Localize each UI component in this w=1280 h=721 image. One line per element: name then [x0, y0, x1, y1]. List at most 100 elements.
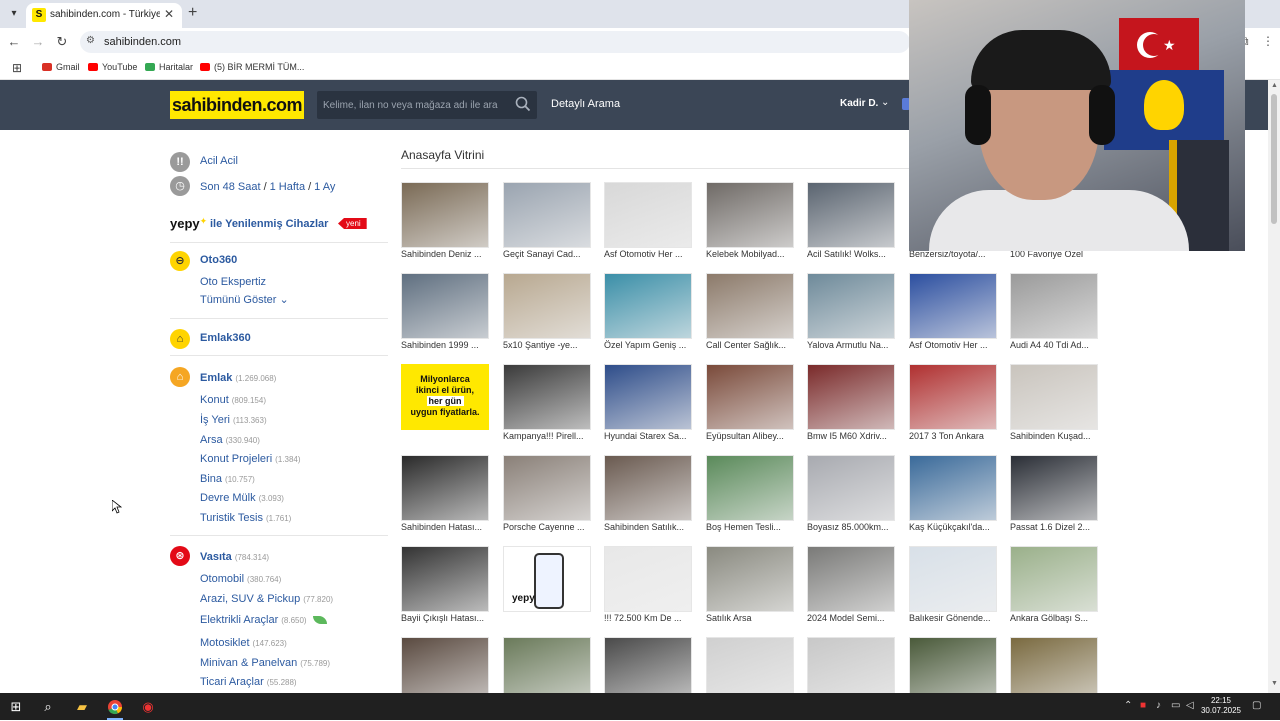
listing-card[interactable]	[706, 637, 794, 703]
listing-title[interactable]: Kampanya!!! Pirell...	[503, 431, 591, 441]
user-menu[interactable]: Kadir D.	[840, 98, 878, 109]
listing-photo[interactable]	[503, 364, 591, 430]
listing-title[interactable]: Satılık Arsa	[706, 613, 794, 623]
subcategory-item[interactable]: Devre Mülk (3.093)	[200, 490, 284, 504]
listing-card[interactable]: Porsche Cayenne ...	[503, 455, 591, 535]
scroll-down-icon[interactable]: ▼	[1271, 680, 1278, 687]
yepy-link[interactable]: ile Yenilenmiş Cihazlar	[210, 218, 328, 230]
listing-card[interactable]: 2024 Model Semi...	[807, 546, 895, 626]
listing-card[interactable]: Asf Otomotiv Her ...	[909, 273, 997, 353]
listing-photo[interactable]	[909, 364, 997, 430]
listing-card[interactable]: Yalova Armutlu Na...	[807, 273, 895, 353]
network-icon[interactable]: ▭	[1171, 700, 1180, 711]
subcategory-item[interactable]: Elektrikli Araçlar (8.650)	[200, 612, 327, 626]
yepy-promo-card[interactable]: yepy	[503, 546, 591, 626]
browser-menu-icon[interactable]: ⋮	[1262, 34, 1274, 48]
new-tab-icon[interactable]: +	[188, 4, 197, 22]
listing-photo[interactable]	[604, 455, 692, 521]
listing-photo[interactable]	[604, 364, 692, 430]
bookmark-gmail[interactable]: Gmail	[42, 62, 80, 72]
listing-card[interactable]: Geçit Sanayi Cad...	[503, 182, 591, 262]
listing-title[interactable]: Eyüpsultan Alibey...	[706, 431, 794, 441]
oto360-link[interactable]: Oto360	[200, 254, 237, 266]
listing-photo[interactable]	[503, 182, 591, 248]
listing-title[interactable]: Audi A4 40 Tdi Ad...	[1010, 340, 1098, 350]
apps-grid-icon[interactable]: ⊞	[12, 61, 22, 75]
listing-title[interactable]: Sahibinden Hatası...	[401, 522, 489, 532]
windows-start-icon[interactable]: ⊞	[6, 697, 26, 717]
url-field[interactable]: ⚙ sahibinden.com	[80, 31, 910, 53]
listing-card[interactable]: Passat 1.6 Dizel 2...	[1010, 455, 1098, 535]
forward-icon[interactable]: →	[30, 34, 46, 50]
listing-photo[interactable]	[706, 455, 794, 521]
listing-photo[interactable]	[503, 455, 591, 521]
bookmark-maps[interactable]: Haritalar	[145, 62, 193, 72]
listing-card[interactable]	[1010, 637, 1098, 703]
listing-card[interactable]: Sahibinden Deniz ...	[401, 182, 489, 262]
site-info-icon[interactable]: ⚙	[86, 35, 95, 46]
listing-photo[interactable]	[1010, 546, 1098, 612]
subcategory-item[interactable]: Minivan & Panelvan (75.789)	[200, 655, 330, 669]
listing-photo[interactable]	[807, 273, 895, 339]
bookmark-youtube-video[interactable]: (5) BİR MERMİ TÜM...	[200, 62, 304, 72]
listing-title[interactable]: Boyasız 85.000km...	[807, 522, 895, 532]
listing-card[interactable]: 5x10 Şantiye -ye...	[503, 273, 591, 353]
listing-card[interactable]: Sahibinden Satılık...	[604, 455, 692, 535]
listing-photo[interactable]	[909, 546, 997, 612]
listing-title[interactable]: Boş Hemen Tesli...	[706, 522, 794, 532]
listing-card[interactable]	[604, 637, 692, 703]
listing-title[interactable]: Passat 1.6 Dizel 2...	[1010, 522, 1098, 532]
subcategory-item[interactable]: Turistik Tesis (1.761)	[200, 510, 291, 524]
last-48h-link[interactable]: Son 48 Saat	[200, 181, 261, 193]
listing-photo[interactable]	[401, 455, 489, 521]
recorder-icon[interactable]: ◉	[138, 697, 158, 717]
listing-title[interactable]: Sahibinden 1999 ...	[401, 340, 489, 350]
listing-photo[interactable]	[1010, 364, 1098, 430]
listing-card[interactable]: Eyüpsultan Alibey...	[706, 364, 794, 444]
listing-card[interactable]: Sahibinden 1999 ...	[401, 273, 489, 353]
listing-title[interactable]: Asf Otomotiv Her ...	[604, 249, 692, 259]
system-clock[interactable]: 22:15 30.07.2025	[1198, 696, 1244, 716]
urgent-link[interactable]: Acil Acil	[200, 155, 238, 167]
listing-card[interactable]: Sahibinden Kuşad...	[1010, 364, 1098, 444]
back-icon[interactable]: ←	[6, 34, 22, 50]
detailed-search-link[interactable]: Detaylı Arama	[551, 98, 620, 110]
listing-title[interactable]: !!! 72.500 Km De ...	[604, 613, 692, 623]
page-scrollbar[interactable]: ▲ ▼	[1268, 80, 1280, 693]
listing-title[interactable]: Sahibinden Kuşad...	[1010, 431, 1098, 441]
search-input[interactable]	[323, 95, 503, 115]
listing-photo[interactable]	[706, 182, 794, 248]
listing-card[interactable]: Boyasız 85.000km...	[807, 455, 895, 535]
microphone-icon[interactable]: ♪	[1156, 700, 1161, 711]
promo-banner[interactable]: Milyonlarca ikinci el ürün, her gün uygun f…	[401, 364, 489, 444]
chrome-icon[interactable]	[105, 697, 125, 717]
listing-title[interactable]: Ankara Gölbaşı S...	[1010, 613, 1098, 623]
subcategory-item[interactable]: Otomobil (380.764)	[200, 571, 281, 585]
notifications-icon[interactable]: ▢	[1252, 700, 1261, 711]
last-month-link[interactable]: 1 Ay	[314, 181, 335, 193]
listing-title[interactable]: 2017 3 Ton Ankara	[909, 431, 997, 441]
subcategory-item[interactable]: İş Yeri (113.363)	[200, 412, 267, 426]
subcategory-item[interactable]: Konut (809.154)	[200, 392, 266, 406]
listing-photo[interactable]	[401, 273, 489, 339]
listing-card[interactable]: Audi A4 40 Tdi Ad...	[1010, 273, 1098, 353]
browser-tab[interactable]: S sahibinden.com - Türkiye'nin Ö ✕	[26, 3, 182, 28]
listing-card[interactable]	[807, 637, 895, 703]
category-vasita[interactable]: Vasıta (784.314)	[200, 549, 269, 563]
listing-photo[interactable]	[909, 455, 997, 521]
listing-card[interactable]	[401, 637, 489, 703]
listing-card[interactable]: Asf Otomotiv Her ...	[604, 182, 692, 262]
scroll-up-icon[interactable]: ▲	[1271, 82, 1278, 89]
listing-card[interactable]	[503, 637, 591, 703]
reload-icon[interactable]: ↻	[54, 34, 70, 50]
listing-photo[interactable]	[1010, 455, 1098, 521]
listing-title[interactable]: Sahibinden Satılık...	[604, 522, 692, 532]
listing-title[interactable]: Balıkesir Gönende...	[909, 613, 997, 623]
listing-card[interactable]: 2017 3 Ton Ankara	[909, 364, 997, 444]
emlak360-link[interactable]: Emlak360	[200, 332, 251, 344]
subcategory-item[interactable]: Arsa (330.940)	[200, 432, 260, 446]
listing-title[interactable]: Call Center Sağlık...	[706, 340, 794, 350]
listing-card[interactable]: Kampanya!!! Pirell...	[503, 364, 591, 444]
listing-photo[interactable]	[909, 273, 997, 339]
listing-title[interactable]: Acil Satılık! Wolks...	[807, 249, 895, 259]
